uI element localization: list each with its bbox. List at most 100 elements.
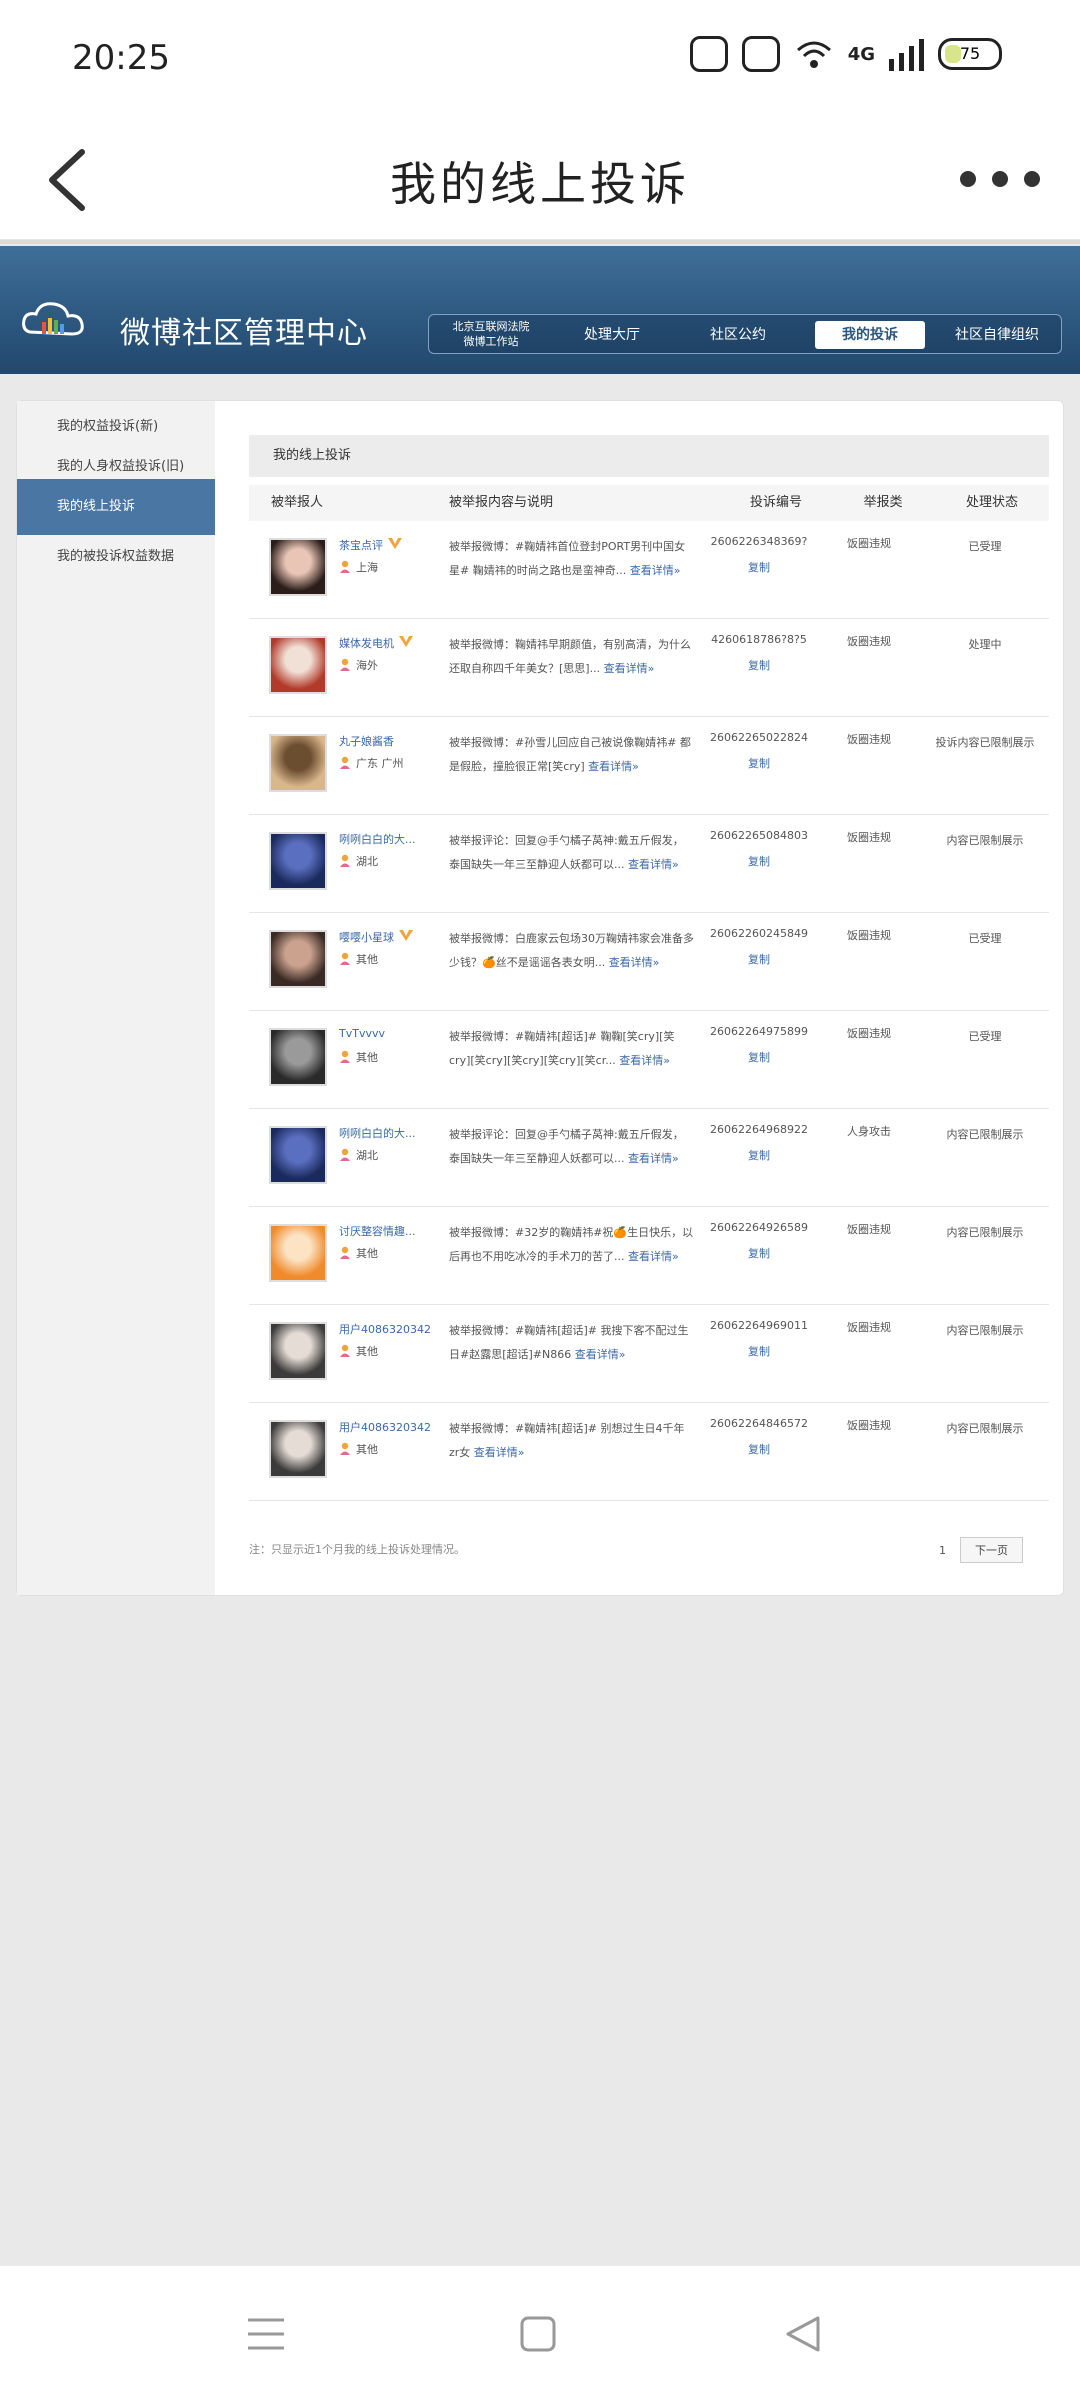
col-status: 处理状态 xyxy=(965,495,1018,510)
menu-icon[interactable] xyxy=(242,2310,290,2358)
user-location: 其他 xyxy=(339,951,378,967)
table-row: 用户4086320342 其他 被举报微博：#鞠婧祎[超话]# 别想过生日4千年… xyxy=(249,1403,1049,1501)
brand-title: 微博社区管理中心 xyxy=(120,316,368,351)
complaint-content: 被举报微博：#鞠婧祎[超话]# 鞠鞠[笑cry][笑cry][笑cry][笑cr… xyxy=(449,1025,694,1073)
copy-id-link[interactable]: 复制 xyxy=(689,559,829,575)
copy-id-link[interactable]: 复制 xyxy=(689,951,829,967)
table-row: 茶宝点评 上海 被举报微博：#鞠婧祎首位登封PORT男刊中国女星# 鞠婧祎的时尚… xyxy=(249,521,1049,619)
avatar[interactable] xyxy=(269,1224,327,1282)
col-category: 举报类 xyxy=(863,495,903,510)
copy-id-link[interactable]: 复制 xyxy=(689,1049,829,1065)
view-details-link[interactable]: 查看详情» xyxy=(575,1348,626,1361)
report-category: 饭圈违规 xyxy=(847,733,891,746)
copy-id-link[interactable]: 复制 xyxy=(689,1441,829,1457)
status-bar: 20:25 4G 75 xyxy=(0,0,1080,120)
back-triangle-icon[interactable] xyxy=(780,2310,828,2358)
view-details-link[interactable]: 查看详情» xyxy=(628,858,679,871)
view-details-link[interactable]: 查看详情» xyxy=(619,1054,670,1067)
avatar[interactable] xyxy=(269,734,327,792)
sidebar-item-online-complaints[interactable]: 我的线上投诉 xyxy=(17,479,215,535)
avatar[interactable] xyxy=(269,1322,327,1380)
location-text: 其他 xyxy=(356,953,378,966)
court-label[interactable]: 北京互联网法院 微博工作站 xyxy=(441,319,541,349)
copy-id-link[interactable]: 复制 xyxy=(689,853,829,869)
table-row: 讨厌整容情趣... 其他 被举报微博：#32岁的鞠婧祎#祝🍊生日快乐，以后再也不… xyxy=(249,1207,1049,1305)
nav-community-convention[interactable]: 社区公约 xyxy=(683,321,793,349)
user-location: 其他 xyxy=(339,1343,378,1359)
copy-id-link[interactable]: 复制 xyxy=(689,1245,829,1261)
table-row: 咧咧白白的大... 湖北 被举报评论：回复@手勺橘子莴神:戴五斤假发，泰国缺失一… xyxy=(249,815,1049,913)
table-row: 丸子娘酱香 广东 广州 被举报微博：#孙雪儿回应自己被说像鞠婧祎# 都是假脸，撞… xyxy=(249,717,1049,815)
view-details-link[interactable]: 查看详情» xyxy=(604,662,655,675)
view-details-link[interactable]: 查看详情» xyxy=(609,956,660,969)
view-details-link[interactable]: 查看详情» xyxy=(474,1446,525,1459)
report-category: 饭圈违规 xyxy=(847,1027,891,1040)
complaint-id: 2606226348369? xyxy=(710,535,808,548)
avatar[interactable] xyxy=(269,636,327,694)
user-location: 其他 xyxy=(339,1441,378,1457)
copy-id-link[interactable]: 复制 xyxy=(689,1343,829,1359)
complaint-id: 4260618786?8?5 xyxy=(711,633,807,646)
copy-id-link[interactable]: 复制 xyxy=(689,1147,829,1163)
avatar[interactable] xyxy=(269,1028,327,1086)
reported-user-name[interactable]: 用户4086320342 xyxy=(339,1419,437,1435)
complaint-content: 被举报微博：白鹿家云包场30万鞠婧祎家会准备多少钱？🍊丝不是谣谣各表女明... … xyxy=(449,927,694,975)
avatar[interactable] xyxy=(269,1126,327,1184)
report-category: 饭圈违规 xyxy=(847,929,891,942)
copy-id-link[interactable]: 复制 xyxy=(689,755,829,771)
reported-user-name[interactable]: 用户4086320342 xyxy=(339,1321,437,1337)
content-text: 被举报微博：#鞠婧祎[超话]# 我搜下客不配过生日#赵露思[超话]#N866 xyxy=(449,1324,689,1361)
cloud-logo-icon xyxy=(22,302,84,336)
complaint-id: 26062265084803 xyxy=(710,829,808,842)
processing-status: 投诉内容已限制展示 xyxy=(935,736,1035,749)
complaint-id: 26062265022824 xyxy=(710,731,808,744)
complaint-id: 26062264969011 xyxy=(710,1319,808,1332)
sidebar: 我的权益投诉(新) 我的人身权益投诉(旧) 我的线上投诉 我的被投诉权益数据 xyxy=(17,401,215,1595)
table-row: 嘤嘤小星球 其他 被举报微博：白鹿家云包场30万鞠婧祎家会准备多少钱？🍊丝不是谣… xyxy=(249,913,1049,1011)
location-text: 其他 xyxy=(356,1443,378,1456)
complaint-content: 被举报微博：#鞠婧祎首位登封PORT男刊中国女星# 鞠婧祎的时尚之路也是蛮神奇.… xyxy=(449,535,694,583)
complaint-content: 被举报微博：#孙雪儿回应自己被说像鞠婧祎# 都是假脸，撞脸很正常[笑cry] 查… xyxy=(449,731,694,779)
wifi-icon xyxy=(796,41,831,68)
reported-user-name[interactable]: 丸子娘酱香 xyxy=(339,733,437,749)
home-icon[interactable] xyxy=(514,2310,562,2358)
avatar[interactable] xyxy=(269,538,327,596)
avatar[interactable] xyxy=(269,832,327,890)
table-header: 被举报人 被举报内容与说明 投诉编号 举报类 处理状态 xyxy=(249,485,1049,521)
reported-user-name[interactable]: 讨厌整容情趣... xyxy=(339,1223,437,1239)
network-type-label: 4G xyxy=(847,43,875,65)
nav-processing-hall[interactable]: 处理大厅 xyxy=(557,321,667,349)
complaint-id: 26062264968922 xyxy=(710,1123,808,1136)
nav-self-regulation[interactable]: 社区自律组织 xyxy=(939,321,1055,349)
nav-my-complaints[interactable]: 我的投诉 xyxy=(815,321,925,349)
title-bar: 我的线上投诉 xyxy=(0,120,1080,240)
reported-user-name[interactable]: 咧咧白白的大... xyxy=(339,831,437,847)
user-icon xyxy=(340,1148,350,1161)
user-icon xyxy=(340,952,350,965)
app-notification-icon xyxy=(689,36,728,72)
view-details-link[interactable]: 查看详情» xyxy=(628,1250,679,1263)
reported-user-name[interactable]: TvTvvvv xyxy=(339,1027,437,1040)
sidebar-item-complained-data[interactable]: 我的被投诉权益数据 xyxy=(17,531,215,583)
copy-id-link[interactable]: 复制 xyxy=(689,657,829,673)
view-details-link[interactable]: 查看详情» xyxy=(628,1152,679,1165)
view-details-link[interactable]: 查看详情» xyxy=(630,564,681,577)
user-location: 其他 xyxy=(339,1049,378,1065)
user-icon xyxy=(340,560,350,573)
location-text: 广东 广州 xyxy=(356,757,404,770)
more-options-button[interactable] xyxy=(960,164,1040,194)
reported-user-name[interactable]: 媒体发电机 xyxy=(339,635,437,651)
view-details-link[interactable]: 查看详情» xyxy=(588,760,639,773)
complaint-content: 被举报评论：回复@手勺橘子莴神:戴五斤假发，泰国缺失一年三至静迎人妖都可以...… xyxy=(449,829,694,877)
content-text: 被举报微博：#孙雪儿回应自己被说像鞠婧祎# 都是假脸，撞脸很正常[笑cry] xyxy=(449,736,691,773)
report-category: 饭圈违规 xyxy=(847,537,891,550)
processing-status: 已受理 xyxy=(968,540,1002,553)
reported-user-name[interactable]: 嘤嘤小星球 xyxy=(339,929,437,945)
avatar[interactable] xyxy=(269,930,327,988)
next-page-button[interactable]: 下一页 xyxy=(960,1537,1023,1563)
status-icons: 4G 75 xyxy=(689,36,1002,72)
avatar[interactable] xyxy=(269,1420,327,1478)
reported-user-name[interactable]: 咧咧白白的大... xyxy=(339,1125,437,1141)
col-complaint-id: 投诉编号 xyxy=(749,495,802,510)
table-row: 咧咧白白的大... 湖北 被举报评论：回复@手勺橘子莴神:戴五斤假发，泰国缺失一… xyxy=(249,1109,1049,1207)
